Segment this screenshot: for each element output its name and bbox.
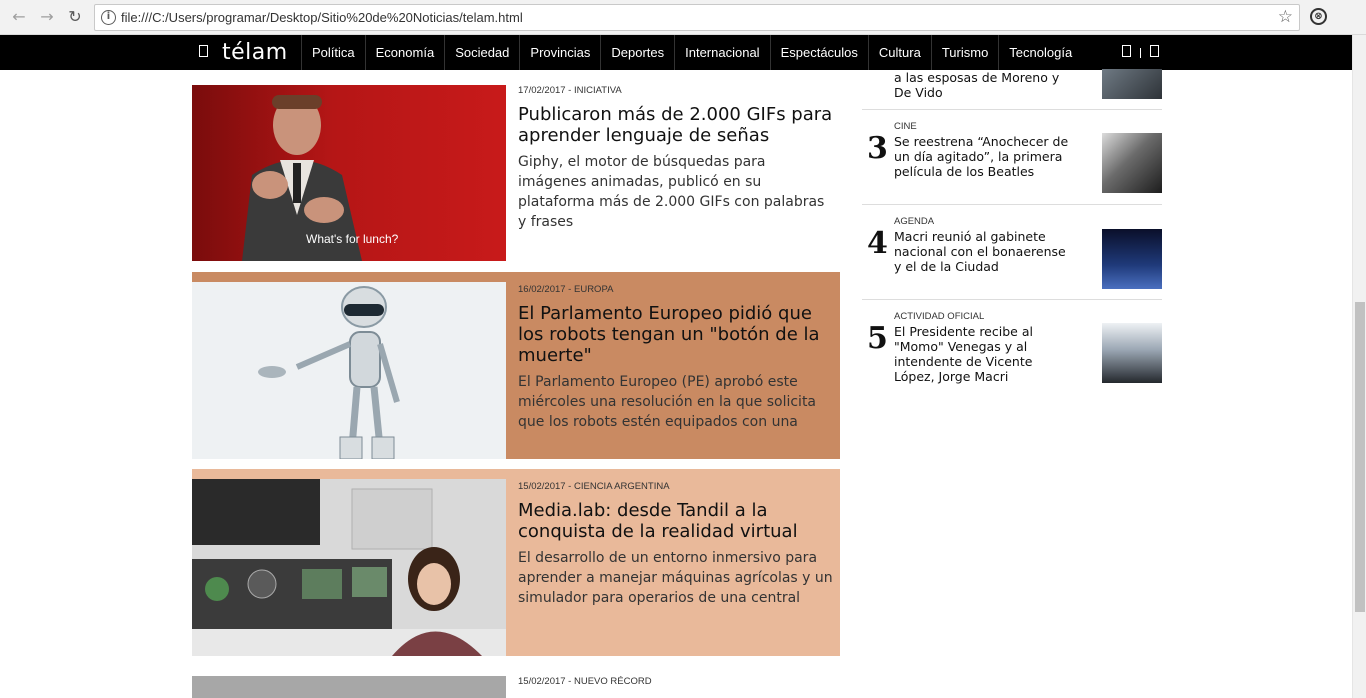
- most-read-title[interactable]: El Presidente recibe al "Momo" Venegas y…: [894, 324, 1072, 384]
- most-read-item[interactable]: a las esposas de Moreno y De Vido: [862, 69, 1162, 110]
- most-read-thumbnail[interactable]: [1102, 133, 1162, 193]
- article-date: 15/02/2017: [518, 481, 566, 492]
- most-read-title[interactable]: a las esposas de Moreno y De Vido: [894, 70, 1072, 100]
- browser-toolbar: ← → ↻ i file:///C:/Users/programar/Deskt…: [0, 0, 1366, 35]
- most-read-title[interactable]: Se reestrena “Anochecer de un día agitad…: [894, 134, 1072, 179]
- nav-item-espectaculos[interactable]: Espectáculos: [771, 35, 869, 70]
- most-read-category: AGENDA: [894, 216, 935, 227]
- search-icon[interactable]: [1150, 45, 1159, 57]
- rank-number: 5: [867, 321, 888, 356]
- article-text: 17/02/2017 - INICIATIVA Publicaron más d…: [518, 85, 836, 232]
- site-logo[interactable]: télam: [222, 40, 288, 65]
- robot-photo: [258, 286, 400, 459]
- article-section[interactable]: INICIATIVA: [574, 85, 622, 96]
- address-bar[interactable]: i file:///C:/Users/programar/Desktop/Sit…: [94, 4, 1300, 31]
- article-card[interactable]: 16/02/2017 - EUROPA El Parlamento Europe…: [192, 272, 840, 459]
- nav-item-economia[interactable]: Economía: [366, 35, 446, 70]
- back-icon[interactable]: ←: [10, 8, 28, 26]
- article-summary: El desarrollo de un entorno inmersivo pa…: [518, 550, 833, 606]
- menu-icon[interactable]: [199, 45, 208, 57]
- article-image[interactable]: [192, 282, 506, 459]
- article-text: 15/02/2017 - NUEVO RÉCORD: [518, 676, 836, 687]
- extension-icon[interactable]: ⊗: [1310, 8, 1327, 25]
- article-title[interactable]: El Parlamento Europeo pidió que los robo…: [518, 303, 836, 366]
- most-read-item[interactable]: 5 ACTIVIDAD OFICIAL El Presidente recibe…: [862, 311, 1162, 395]
- section-nav: Política Economía Sociedad Provincias De…: [302, 35, 1082, 70]
- rank-number: 4: [867, 226, 888, 261]
- article-card[interactable]: 15/02/2017 - NUEVO RÉCORD: [192, 676, 840, 698]
- info-icon[interactable]: i: [101, 10, 116, 25]
- article-text: 16/02/2017 - EUROPA El Parlamento Europe…: [518, 284, 836, 432]
- article-section[interactable]: EUROPA: [574, 284, 613, 295]
- login-icon[interactable]: [1122, 45, 1131, 57]
- article-meta: 15/02/2017 - NUEVO RÉCORD: [518, 676, 652, 687]
- most-read-category: ACTIVIDAD OFICIAL: [894, 311, 985, 322]
- article-title[interactable]: Media.lab: desde Tandil a la conquista d…: [518, 500, 836, 542]
- article-section[interactable]: CIENCIA ARGENTINA: [574, 481, 670, 492]
- address-url[interactable]: file:///C:/Users/programar/Desktop/Sitio…: [121, 10, 523, 25]
- article-meta: 15/02/2017 - CIENCIA ARGENTINA: [518, 481, 670, 492]
- article-meta: 16/02/2017 - EUROPA: [518, 284, 614, 295]
- nav-item-politica[interactable]: Política: [302, 35, 366, 70]
- scrollbar-thumb[interactable]: [1355, 302, 1365, 612]
- most-read-category: CINE: [894, 121, 917, 132]
- article-date: 16/02/2017: [518, 284, 566, 295]
- nav-item-turismo[interactable]: Turismo: [932, 35, 1000, 70]
- sign-language-photo: What's for lunch?: [242, 95, 399, 261]
- most-read-thumbnail[interactable]: [1102, 69, 1162, 99]
- article-date: 17/02/2017: [518, 85, 566, 96]
- forward-icon[interactable]: →: [38, 8, 56, 26]
- most-read-thumbnail[interactable]: [1102, 229, 1162, 289]
- most-read-item[interactable]: 4 AGENDA Macri reunió al gabinete nacion…: [862, 216, 1162, 300]
- article-meta: 17/02/2017 - INICIATIVA: [518, 85, 622, 96]
- most-read-thumbnail[interactable]: [1102, 323, 1162, 383]
- most-read-title[interactable]: Macri reunió al gabinete nacional con el…: [894, 229, 1072, 274]
- site-nav-bar: télam Política Economía Sociedad Provinc…: [0, 35, 1352, 70]
- article-card[interactable]: 15/02/2017 - CIENCIA ARGENTINA Media.lab…: [192, 469, 840, 656]
- nav-item-sociedad[interactable]: Sociedad: [445, 35, 521, 70]
- icon-divider: [1140, 48, 1141, 58]
- article-image[interactable]: [192, 479, 506, 656]
- rank-number: 3: [867, 131, 888, 166]
- article-section[interactable]: NUEVO RÉCORD: [574, 676, 652, 687]
- article-image[interactable]: [192, 676, 506, 698]
- nav-item-deportes[interactable]: Deportes: [601, 35, 676, 70]
- article-image[interactable]: What's for lunch?: [192, 85, 506, 261]
- nav-item-cultura[interactable]: Cultura: [869, 35, 932, 70]
- image-caption: What's for lunch?: [306, 232, 399, 246]
- article-summary: El Parlamento Europeo (PE) aprobó este m…: [518, 374, 817, 430]
- most-read-item[interactable]: 3 CINE Se reestrena “Anochecer de un día…: [862, 121, 1162, 205]
- nav-item-internacional[interactable]: Internacional: [675, 35, 771, 70]
- reload-icon[interactable]: ↻: [66, 8, 84, 26]
- article-date: 15/02/2017: [518, 676, 566, 687]
- bookmark-star-icon[interactable]: ☆: [1278, 7, 1293, 27]
- article-summary: Giphy, el motor de búsquedas para imágen…: [518, 154, 825, 230]
- nav-item-tecnologia[interactable]: Tecnología: [999, 35, 1082, 70]
- page-scrollbar[interactable]: [1352, 35, 1366, 698]
- vr-lab-photo: [192, 479, 506, 656]
- nav-item-provincias[interactable]: Provincias: [520, 35, 602, 70]
- article-card[interactable]: What's for lunch? 17/02/2017 - INICIATIV…: [192, 85, 840, 261]
- article-text: 15/02/2017 - CIENCIA ARGENTINA Media.lab…: [518, 481, 836, 608]
- article-title[interactable]: Publicaron más de 2.000 GIFs para aprend…: [518, 104, 836, 146]
